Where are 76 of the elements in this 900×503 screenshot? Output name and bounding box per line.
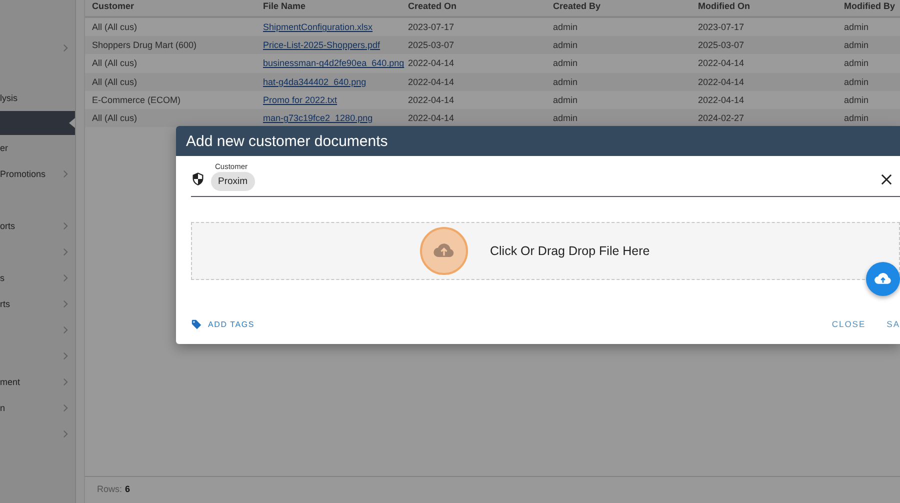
table-cell-text: admin bbox=[844, 58, 870, 68]
chevron-icon bbox=[63, 44, 68, 52]
table-cell-text: admin bbox=[553, 113, 579, 124]
table-cell-text: All (All cus) bbox=[92, 58, 138, 68]
table-cell-text: 2025-03-07 bbox=[408, 40, 456, 50]
sidebar-item[interactable]: orts bbox=[0, 213, 75, 239]
sidebar-item[interactable]: ment bbox=[0, 369, 75, 395]
dialog-button[interactable]: SA bbox=[886, 319, 900, 329]
table-cell-text: Shoppers Drug Mart (600) bbox=[92, 40, 198, 50]
column-header[interactable]: File Name bbox=[263, 0, 408, 11]
table-cell-text: 2022-04-14 bbox=[408, 94, 456, 105]
table-cell-text: admin bbox=[553, 58, 579, 68]
table-cell-text: admin bbox=[553, 94, 579, 105]
chevron-icon bbox=[63, 430, 68, 438]
chevron-icon bbox=[63, 248, 68, 256]
table-cell-text: All (All cus) bbox=[92, 22, 138, 32]
chevron-icon bbox=[63, 378, 68, 386]
customer-chip[interactable]: Proxim bbox=[211, 172, 255, 190]
table-cell-text: 2022-04-14 bbox=[408, 113, 456, 124]
table-cell-text: admin bbox=[844, 40, 870, 50]
sidebar-item[interactable] bbox=[0, 111, 75, 135]
shield-icon bbox=[191, 172, 205, 186]
table-cell-text: 2022-04-14 bbox=[408, 76, 456, 87]
table-cell-text: admin bbox=[553, 40, 579, 50]
chevron-icon bbox=[63, 274, 68, 282]
file-link[interactable]: man-g73c19fce2_1280.png bbox=[263, 113, 408, 124]
table-cell-text: 2022-04-14 bbox=[698, 94, 746, 105]
table-cell-text: admin bbox=[844, 76, 870, 87]
rows-count: 6 bbox=[125, 484, 130, 494]
file-link[interactable]: businessman-g4d2fe90ea_640.png bbox=[263, 58, 408, 68]
column-header[interactable]: Modified By bbox=[844, 0, 900, 11]
column-header[interactable]: Created By bbox=[553, 0, 698, 11]
table-cell-text: E-Commerce (ECOM) bbox=[92, 94, 182, 105]
rows-label: Rows: bbox=[97, 484, 122, 494]
sidebar-item[interactable]: Promotions bbox=[0, 161, 75, 187]
table-cell-text: admin bbox=[553, 22, 579, 32]
add-tags-button[interactable]: ADD TAGS bbox=[191, 318, 255, 330]
chevron-icon bbox=[63, 170, 68, 178]
file-dropzone[interactable]: Click Or Drag Drop File Here bbox=[191, 222, 900, 280]
table-cell-text: 2023-07-17 bbox=[408, 22, 456, 32]
column-header[interactable]: Customer bbox=[92, 0, 263, 11]
table-cell-text: admin bbox=[553, 76, 579, 87]
file-link[interactable]: Price-List-2025-Shoppers.pdf bbox=[263, 40, 408, 50]
table-cell-text: admin bbox=[844, 113, 870, 124]
file-link[interactable]: ShipmentConfiguration.xlsx bbox=[263, 22, 408, 32]
chevron-icon bbox=[63, 352, 68, 360]
chevron-icon bbox=[63, 326, 68, 334]
table-cell-text: admin bbox=[844, 94, 870, 105]
tag-icon bbox=[191, 318, 202, 330]
table-cell-text: All (All cus) bbox=[92, 113, 138, 124]
table-cell-text: All (All cus) bbox=[92, 76, 138, 87]
chevron-icon bbox=[63, 222, 68, 230]
table-cell-text: 2022-04-14 bbox=[408, 58, 456, 68]
table-cell-text: 2025-03-07 bbox=[698, 40, 746, 50]
column-header[interactable]: Created On bbox=[408, 0, 553, 11]
table-cell-text: 2022-04-14 bbox=[698, 76, 746, 87]
close-icon[interactable] bbox=[881, 174, 892, 184]
table-cell-text: 2024-02-27 bbox=[698, 113, 746, 124]
table-cell-text: admin bbox=[844, 22, 870, 32]
sidebar-item[interactable]: s bbox=[0, 265, 75, 291]
sidebar-item[interactable]: lysis bbox=[0, 85, 75, 111]
table-cell-text: 2022-04-14 bbox=[698, 58, 746, 68]
sidebar-item[interactable]: er bbox=[0, 135, 75, 161]
chevron-icon bbox=[63, 404, 68, 412]
sidebar-item[interactable]: n bbox=[0, 395, 75, 421]
dropzone-text: Click Or Drag Drop File Here bbox=[490, 244, 650, 258]
upload-button[interactable] bbox=[866, 262, 900, 296]
chevron-icon bbox=[63, 300, 68, 308]
dialog-button[interactable]: CLOSE bbox=[832, 319, 866, 329]
upload-icon bbox=[420, 227, 468, 275]
sidebar-item[interactable]: rts bbox=[0, 291, 75, 317]
table-cell-text: 2023-07-17 bbox=[698, 22, 746, 32]
dialog-title: Add new customer documents bbox=[176, 126, 900, 156]
file-link[interactable]: hat-g4da344402_640.png bbox=[263, 76, 408, 87]
file-link[interactable]: Promo for 2022.txt bbox=[263, 94, 408, 105]
column-header[interactable]: Modified On bbox=[698, 0, 844, 11]
